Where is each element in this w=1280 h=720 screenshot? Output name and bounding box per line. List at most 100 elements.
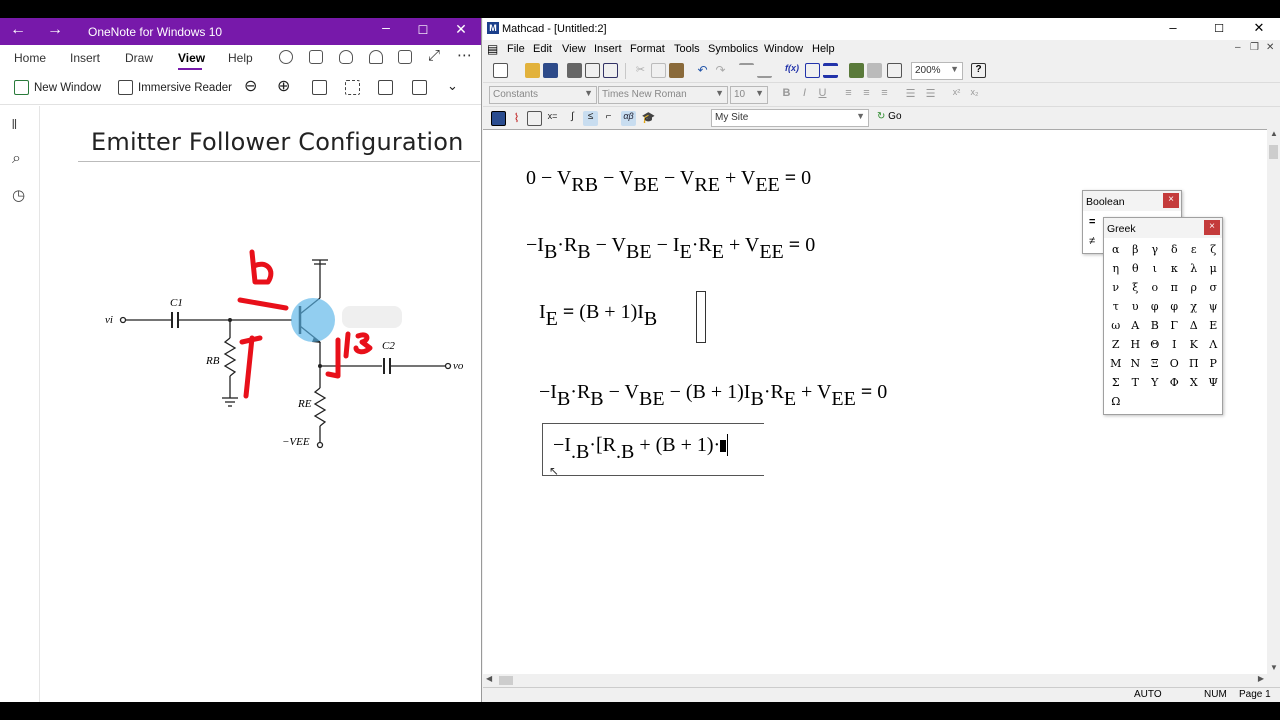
menu-view[interactable]: View <box>562 43 586 55</box>
greek-letter-button[interactable]: Μ <box>1106 354 1126 373</box>
greek-letter-button[interactable]: Ξ <box>1145 354 1165 373</box>
greek-letter-button[interactable]: ρ <box>1184 278 1204 297</box>
greek-letter-button[interactable]: γ <box>1145 240 1165 259</box>
greek-letter-button[interactable]: Η <box>1126 335 1146 354</box>
style-select[interactable]: Constants ▼ <box>489 86 597 104</box>
resource-icon[interactable] <box>867 63 882 78</box>
redo-icon[interactable]: ↷ <box>713 63 728 78</box>
greek-letter-button[interactable]: φ <box>1145 297 1165 316</box>
close-icon[interactable]: ✕ <box>1239 20 1279 36</box>
greek-letter-button[interactable]: η <box>1106 259 1126 278</box>
greek-letter-button[interactable]: Τ <box>1126 373 1146 392</box>
greek-letter-button[interactable]: Ψ <box>1204 373 1224 392</box>
menu-file[interactable]: File <box>507 43 525 55</box>
greek-letter-button[interactable]: δ <box>1165 240 1185 259</box>
expand-icon[interactable]: ⤢ <box>428 47 440 64</box>
menu-symbolics[interactable]: Symbolics <box>708 43 758 55</box>
vertical-scroll-thumb[interactable] <box>1269 145 1278 159</box>
greek-letter-button[interactable]: Ι <box>1165 335 1185 354</box>
lightbulb-icon[interactable] <box>339 50 353 64</box>
greek-letter-button[interactable]: Σ <box>1106 373 1126 392</box>
bullets-icon[interactable]: ☰ <box>903 87 918 102</box>
evaluation-palette-icon[interactable]: x= <box>545 111 560 126</box>
align-down-icon[interactable] <box>757 63 772 78</box>
save-icon[interactable] <box>543 63 558 78</box>
numbering-icon[interactable]: ☰ <box>923 87 938 102</box>
doc-close-icon[interactable]: ✕ <box>1266 42 1274 53</box>
scroll-up-icon[interactable]: ▲ <box>1270 129 1278 138</box>
new-icon[interactable] <box>493 63 508 78</box>
back-arrow-icon[interactable]: ← <box>3 21 33 39</box>
greek-letter-button[interactable]: Υ <box>1145 373 1165 392</box>
greek-letter-button[interactable]: σ <box>1204 278 1224 297</box>
greek-letter-button[interactable]: Χ <box>1184 373 1204 392</box>
minimize-icon[interactable]: – <box>368 19 404 35</box>
greek-letter-button[interactable]: β <box>1126 240 1146 259</box>
equation-kvl-substituted[interactable]: −IB·RB − VBE − (B + 1)IB·RE + VEE = 0 <box>539 381 887 409</box>
rule-lines-button[interactable] <box>378 80 393 95</box>
greek-letter-button[interactable]: Ζ <box>1106 335 1126 354</box>
greek-letter-button[interactable]: α <box>1106 240 1126 259</box>
component-icon[interactable] <box>849 63 864 78</box>
greek-letter-button[interactable]: Ν <box>1126 354 1146 373</box>
forward-arrow-icon[interactable]: → <box>40 21 70 39</box>
greek-letter-button[interactable]: Β <box>1145 316 1165 335</box>
bold-icon[interactable]: B <box>779 87 794 102</box>
page-color-button[interactable] <box>345 80 360 95</box>
greek-letter-button[interactable]: ω <box>1106 316 1126 335</box>
greek-letter-button[interactable]: Δ <box>1184 316 1204 335</box>
insert-unit-icon[interactable] <box>805 63 820 78</box>
programming-palette-icon[interactable]: ⌐ <box>601 111 616 126</box>
scroll-down-icon[interactable]: ▼ <box>1270 663 1278 672</box>
insert-function-icon[interactable]: f(x) <box>785 63 800 78</box>
italic-icon[interactable]: I <box>797 87 812 102</box>
window-icon[interactable] <box>887 63 902 78</box>
menu-window[interactable]: Window <box>764 43 803 55</box>
calculus-palette-icon[interactable]: ∫ <box>565 111 580 126</box>
graph-palette-icon[interactable]: ⌇ <box>509 111 524 126</box>
immersive-reader-button[interactable]: Immersive Reader <box>118 80 232 95</box>
greek-letter-button[interactable]: ξ <box>1126 278 1146 297</box>
zoom-select[interactable]: 200% ▼ <box>911 62 963 80</box>
close-icon[interactable]: × <box>1204 220 1220 235</box>
align-center-icon[interactable]: ≡ <box>859 87 874 102</box>
horizontal-scrollbar[interactable]: ◀ ▶ <box>483 674 1267 687</box>
help-icon[interactable]: ? <box>971 63 986 78</box>
placeholder-cursor[interactable] <box>720 440 727 452</box>
tab-insert[interactable]: Insert <box>70 51 100 65</box>
greek-letter-button[interactable]: Κ <box>1184 335 1204 354</box>
tab-home[interactable]: Home <box>14 51 46 65</box>
vertical-scrollbar[interactable]: ▲ ▼ <box>1267 129 1280 674</box>
greek-letter-button[interactable]: Π <box>1184 354 1204 373</box>
new-window-button[interactable]: New Window <box>14 80 101 95</box>
menu-format[interactable]: Format <box>630 43 665 55</box>
spell-check-icon[interactable] <box>603 63 618 78</box>
deleted-notes-button[interactable] <box>412 80 427 95</box>
greek-letter-button[interactable]: Γ <box>1165 316 1185 335</box>
greek-palette-icon[interactable]: αβ <box>621 111 636 126</box>
align-top-icon[interactable] <box>739 63 754 78</box>
copy-icon[interactable] <box>651 63 666 78</box>
greek-letter-button[interactable]: Ω <box>1106 392 1126 411</box>
tab-draw[interactable]: Draw <box>125 51 153 65</box>
greek-letter-button[interactable]: Ρ <box>1204 354 1224 373</box>
share-icon[interactable] <box>398 50 412 64</box>
greek-letter-button[interactable]: τ <box>1106 297 1126 316</box>
tab-help[interactable]: Help <box>228 51 253 65</box>
page-width-button[interactable] <box>312 80 327 95</box>
paste-icon[interactable] <box>669 63 684 78</box>
doc-restore-icon[interactable]: ❐ <box>1250 42 1259 53</box>
greek-letter-button[interactable]: Ο <box>1165 354 1185 373</box>
print-icon[interactable] <box>567 63 582 78</box>
bool-equal-button[interactable]: = <box>1089 216 1095 228</box>
greek-letter-button[interactable]: Φ <box>1165 373 1185 392</box>
greek-letter-button[interactable]: Λ <box>1204 335 1224 354</box>
close-icon[interactable]: × <box>1163 193 1179 208</box>
equation-kvl-2[interactable]: −IB·RB − VBE − IE·RE + VEE = 0 <box>526 234 815 262</box>
greek-letter-button[interactable]: μ <box>1204 259 1224 278</box>
scroll-right-icon[interactable]: ▶ <box>1258 674 1264 683</box>
align-right-icon[interactable]: ≡ <box>877 87 892 102</box>
matrix-palette-icon[interactable] <box>527 111 542 126</box>
zoom-in-icon[interactable]: ⊕ <box>277 76 290 96</box>
go-button[interactable]: ↻ Go <box>877 111 902 122</box>
